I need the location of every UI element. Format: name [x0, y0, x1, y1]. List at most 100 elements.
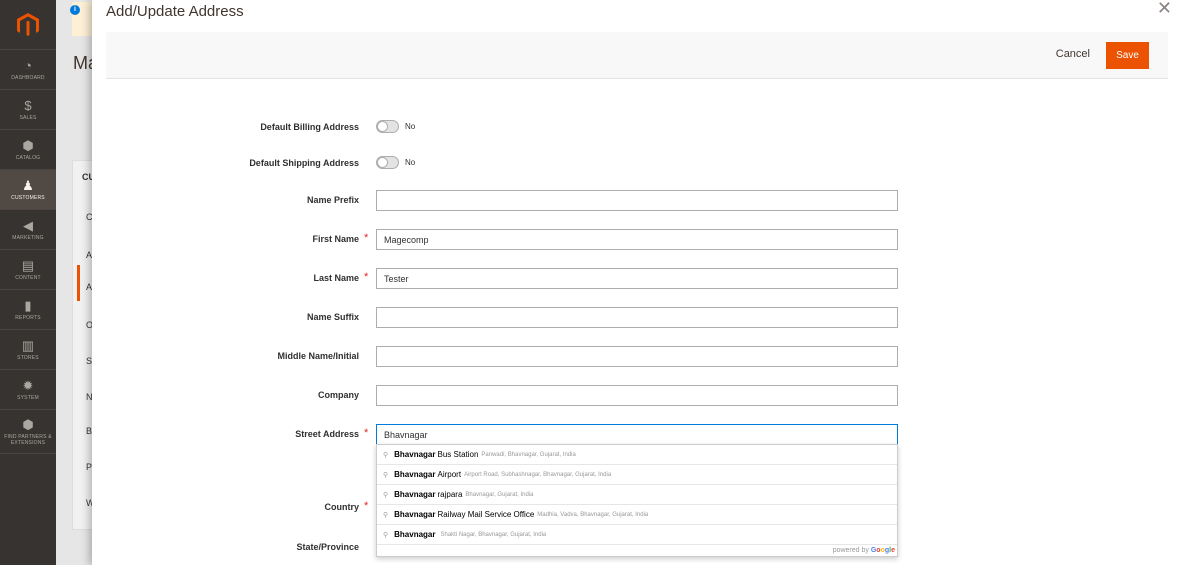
- content-icon: ▤: [21, 257, 35, 273]
- suggestion-match: Bhavnagar: [394, 510, 436, 519]
- sidebar-item-label: SYSTEM: [17, 394, 39, 401]
- name-suffix-row: Name Suffix: [92, 307, 1178, 329]
- first-name-label: First Name: [312, 234, 359, 244]
- suggestion-match: Bhavnagar: [394, 530, 436, 539]
- suggestion-secondary-text: Airport Road, Subhashnagar, Bhavnagar, G…: [464, 471, 612, 478]
- sidebar-item-reports[interactable]: ▮ REPORTS: [0, 290, 56, 330]
- default-billing-state: No: [405, 122, 416, 131]
- sidebar-item-catalog[interactable]: ⬢ CATALOG: [0, 130, 56, 170]
- required-marker: *: [364, 232, 369, 244]
- map-pin-icon: ⚲: [383, 511, 389, 519]
- person-icon: ♟: [22, 177, 34, 193]
- google-logo: Google: [871, 547, 895, 554]
- suggestion-secondary-text: Shakti Nagar, Bhavnagar, Gujarat, India: [440, 531, 547, 538]
- default-shipping-row: Default Shipping Address No: [92, 153, 1178, 175]
- sidebar-item-label: CUSTOMERS: [11, 194, 45, 201]
- powered-by-google: powered by Google: [833, 547, 895, 554]
- required-marker: *: [364, 427, 369, 439]
- toggle-knob: [377, 157, 388, 168]
- sidebar-item-customers[interactable]: ♟ CUSTOMERS: [0, 170, 56, 210]
- name-prefix-row: Name Prefix: [92, 190, 1178, 212]
- last-name-input[interactable]: [376, 268, 898, 289]
- sidebar-item-content[interactable]: ▤ CONTENT: [0, 250, 56, 290]
- gear-icon: ✹: [22, 377, 34, 393]
- map-pin-icon: ⚲: [383, 451, 389, 459]
- sidebar-item-label: REPORTS: [15, 314, 41, 321]
- partners-icon: ⬢: [22, 416, 34, 432]
- suggestion-secondary-text: Bhavnagar, Gujarat, India: [465, 491, 534, 498]
- modal-title: Add/Update Address: [106, 3, 244, 20]
- sidebar-item-stores[interactable]: ▥ STORES: [0, 330, 56, 370]
- map-pin-icon: ⚲: [383, 471, 389, 479]
- magento-logo[interactable]: [0, 0, 56, 50]
- powered-by-text: powered by: [832, 547, 869, 554]
- street-address-row: Street Address *: [92, 424, 1178, 446]
- cancel-button[interactable]: Cancel: [1056, 48, 1090, 60]
- company-label: Company: [317, 390, 359, 400]
- autocomplete-suggestion[interactable]: ⚲ Bhavnagar Bus Station Panwadi, Bhavnagar,…: [377, 445, 897, 465]
- sidebar-item-system[interactable]: ✹ SYSTEM: [0, 370, 56, 410]
- default-billing-row: Default Billing Address No: [92, 117, 1178, 139]
- autocomplete-suggestion[interactable]: ⚲ Bhavnagar Airport Airport Road, Subhashna…: [377, 465, 897, 485]
- required-marker: *: [364, 271, 369, 283]
- close-icon[interactable]: ✕: [1157, 0, 1172, 19]
- sidebar-item-marketing[interactable]: ◀ MARKETING: [0, 210, 56, 250]
- store-icon: ▥: [21, 337, 35, 353]
- middle-name-input[interactable]: [376, 346, 898, 367]
- sidebar-item-label: MARKETING: [12, 234, 44, 241]
- autocomplete-suggestion[interactable]: ⚲ Bhavnagar Railway Mail Service Office Mad…: [377, 505, 897, 525]
- first-name-input[interactable]: [376, 229, 898, 250]
- middle-name-row: Middle Name/Initial: [92, 346, 1178, 368]
- name-prefix-input[interactable]: [376, 190, 898, 211]
- save-button[interactable]: Save: [1106, 42, 1149, 69]
- suggestion-main-text: Railway Mail Service Office: [437, 510, 535, 519]
- active-tab-indicator: [77, 265, 80, 301]
- dollar-icon: $: [24, 97, 32, 113]
- state-province-label: State/Province: [296, 542, 359, 552]
- name-prefix-label: Name Prefix: [306, 195, 359, 205]
- map-pin-icon: ⚲: [383, 531, 389, 539]
- dashboard-icon: ◔: [24, 57, 32, 73]
- suggestion-main-text: Airport: [437, 470, 462, 479]
- map-pin-icon: ⚲: [383, 491, 389, 499]
- default-billing-label: Default Billing Address: [260, 122, 359, 132]
- autocomplete-suggestion[interactable]: ⚲ Bhavnagar rajpara Bhavnagar, Gujarat, Ind…: [377, 485, 897, 505]
- name-suffix-input[interactable]: [376, 307, 898, 328]
- street-address-label: Street Address: [295, 429, 359, 439]
- street-address-input[interactable]: [376, 424, 898, 445]
- default-shipping-label: Default Shipping Address: [249, 158, 359, 168]
- toggle-knob: [377, 121, 388, 132]
- first-name-row: First Name *: [92, 229, 1178, 251]
- sidebar-item-label: DASHBOARD: [11, 74, 45, 81]
- bar-chart-icon: ▮: [24, 297, 32, 313]
- required-marker: *: [364, 500, 369, 512]
- default-shipping-toggle[interactable]: [376, 156, 399, 169]
- sidebar-item-label: CATALOG: [15, 154, 41, 161]
- megaphone-icon: ◀: [23, 217, 33, 233]
- sidebar-item-label: STORES: [17, 354, 39, 361]
- background-page: i Ma CU C A A O S N B P W: [56, 0, 96, 565]
- sidebar-item-label: FIND PARTNERS & EXTENSIONS: [4, 433, 52, 446]
- last-name-label: Last Name: [313, 273, 359, 283]
- default-shipping-state: No: [405, 158, 416, 167]
- country-label: Country: [324, 502, 360, 512]
- magento-logo-icon: [17, 12, 39, 36]
- sidebar-item-label: CONTENT: [15, 274, 41, 281]
- company-row: Company: [92, 385, 1178, 407]
- sidebar-item-sales[interactable]: $ SALES: [0, 90, 56, 130]
- default-billing-toggle[interactable]: [376, 120, 399, 133]
- name-suffix-label: Name Suffix: [306, 312, 359, 322]
- address-autocomplete-dropdown: ⚲ Bhavnagar Bus Station Panwadi, Bhavnagar,…: [376, 444, 898, 557]
- company-input[interactable]: [376, 385, 898, 406]
- suggestion-secondary-text: Panwadi, Bhavnagar, Gujarat, India: [481, 451, 576, 458]
- sidebar-item-find[interactable]: ⬢ FIND PARTNERS & EXTENSIONS: [0, 410, 56, 454]
- suggestion-main-text: Bus Station: [437, 450, 479, 459]
- admin-sidebar: ◔ DASHBOARD $ SALES ⬢ CATALOG ♟ CUSTOMERS ◀ MARKE…: [0, 0, 56, 565]
- cube-icon: ⬢: [22, 137, 34, 153]
- last-name-row: Last Name *: [92, 268, 1178, 290]
- sidebar-item-dashboard[interactable]: ◔ DASHBOARD: [0, 50, 56, 90]
- suggestion-match: Bhavnagar: [394, 450, 436, 459]
- modal-action-bar: Cancel Save: [106, 32, 1168, 79]
- info-icon: i: [70, 5, 80, 15]
- autocomplete-suggestion[interactable]: ⚲ Bhavnagar Shakti Nagar, Bhavnagar, Gujar…: [377, 525, 897, 545]
